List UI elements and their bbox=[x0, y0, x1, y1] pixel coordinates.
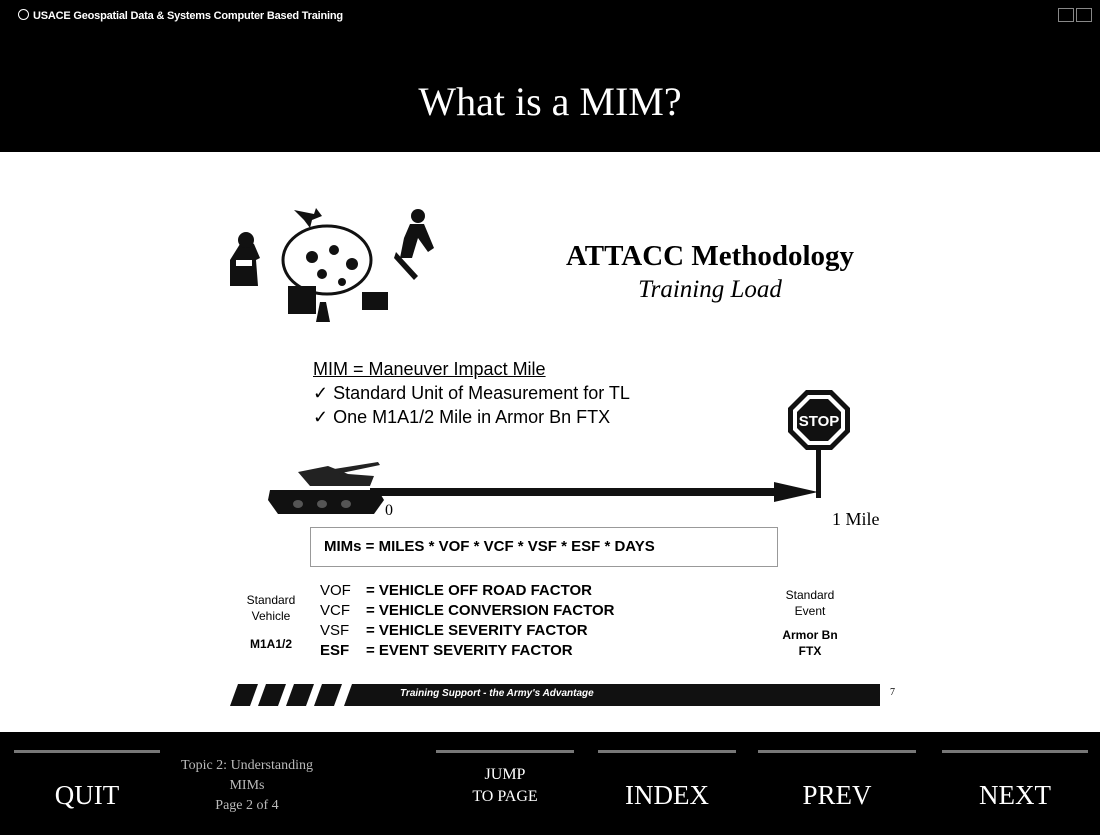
factor-row: VOF = VEHICLE OFF ROAD FACTOR bbox=[320, 581, 615, 601]
quit-button-label: QUIT bbox=[54, 780, 120, 810]
factor-abbr: VOF bbox=[320, 582, 351, 599]
standard-event-value: Armor Bn bbox=[782, 628, 838, 642]
mim-formula: MIMs = MILES * VOF * VCF * VSF * ESF * D… bbox=[310, 527, 778, 567]
standard-event-label: Event bbox=[794, 604, 826, 618]
index-button[interactable]: INDEX bbox=[592, 750, 742, 822]
slide-heading: ATTACC Methodology bbox=[565, 240, 855, 272]
factor-desc: = EVENT SEVERITY FACTOR bbox=[366, 642, 573, 659]
training-clipart-image bbox=[230, 208, 434, 322]
factor-list: VOF = VEHICLE OFF ROAD FACTOR VCF = VEHICL… bbox=[320, 581, 615, 661]
page-indicator: Page 2 of 4 bbox=[215, 798, 279, 813]
bullet-item: ✓ Standard Unit of Measurement for TL bbox=[313, 383, 630, 403]
standard-event-value: FTX bbox=[798, 644, 822, 658]
title-bar: USACE Geospatial Data & Systems Computer… bbox=[0, 0, 1100, 152]
window-controls bbox=[1058, 8, 1092, 22]
button-top-border bbox=[942, 750, 1088, 753]
topic-info: Topic 2: Understanding MIMs Page 2 of 4 bbox=[172, 756, 322, 816]
footer-slab bbox=[229, 684, 259, 706]
maximize-icon[interactable] bbox=[1076, 8, 1092, 22]
slide-number: 7 bbox=[890, 687, 895, 698]
standard-vehicle-label: Vehicle bbox=[251, 609, 291, 623]
jump-label-line: TO PAGE bbox=[472, 788, 538, 805]
factor-abbr: ESF bbox=[320, 642, 350, 659]
next-button[interactable]: NEXT bbox=[936, 750, 1094, 822]
factor-row: ESF = EVENT SEVERITY FACTOR bbox=[320, 641, 615, 661]
mim-definition: MIM = Maneuver Impact Mile bbox=[313, 359, 546, 379]
factor-row: VCF = VEHICLE CONVERSION FACTOR bbox=[320, 601, 615, 621]
button-top-border bbox=[436, 750, 574, 753]
index-button-label: INDEX bbox=[625, 780, 709, 810]
factor-abbr: VCF bbox=[320, 602, 350, 619]
slide-footer-text: Training Support - the Army's Advantage bbox=[400, 688, 594, 699]
jump-to-page-button[interactable]: JUMP TO PAGE bbox=[430, 750, 580, 822]
slide-subheading: Training Load bbox=[638, 276, 782, 303]
window-title-text: USACE Geospatial Data & Systems Computer… bbox=[33, 10, 343, 22]
quit-button[interactable]: QUIT bbox=[8, 750, 166, 822]
standard-event-label: Standard bbox=[785, 588, 835, 602]
bullet-item: ✓ One M1A1/2 Mile in Armor Bn FTX bbox=[313, 407, 611, 427]
topic-title: Topic 2: Understanding MIMs bbox=[181, 758, 313, 793]
factor-desc: = VEHICLE SEVERITY FACTOR bbox=[366, 622, 588, 639]
jump-button-label: JUMP TO PAGE bbox=[430, 764, 580, 808]
slide-content: ATTACC Methodology Training Load MIM = M… bbox=[0, 152, 1100, 732]
factor-desc: = VEHICLE OFF ROAD FACTOR bbox=[366, 582, 592, 599]
footer-slab bbox=[257, 684, 287, 706]
standard-vehicle-label: Standard bbox=[246, 593, 296, 607]
prev-button-label: PREV bbox=[802, 780, 872, 810]
mim-definition-block: MIM = Maneuver Impact Mile ✓ Standard Un… bbox=[313, 357, 630, 429]
footer-slab bbox=[313, 684, 343, 706]
factor-desc: = VEHICLE CONVERSION FACTOR bbox=[366, 602, 615, 619]
window-title: USACE Geospatial Data & Systems Computer… bbox=[18, 9, 343, 22]
standard-event: Standard Event Armor Bn FTX bbox=[760, 587, 860, 659]
scale-end-label: 1 Mile bbox=[832, 509, 880, 529]
prev-button[interactable]: PREV bbox=[752, 750, 922, 822]
button-top-border bbox=[14, 750, 160, 753]
button-top-border bbox=[758, 750, 916, 753]
standard-vehicle: Standard Vehicle M1A1/2 bbox=[230, 592, 312, 652]
app-icon bbox=[18, 9, 29, 20]
factor-row: VSF = VEHICLE SEVERITY FACTOR bbox=[320, 621, 615, 641]
standard-vehicle-value: M1A1/2 bbox=[249, 637, 293, 651]
page-title: What is a MIM? bbox=[418, 79, 682, 124]
footer-slab bbox=[285, 684, 315, 706]
button-top-border bbox=[598, 750, 736, 753]
distance-arrow bbox=[370, 482, 818, 502]
stop-sign-text: STOP bbox=[799, 413, 840, 430]
jump-label-line: JUMP bbox=[484, 766, 526, 783]
factor-abbr: VSF bbox=[320, 622, 350, 639]
minimize-icon[interactable] bbox=[1058, 8, 1074, 22]
scale-start-label: 0 bbox=[385, 502, 393, 519]
next-button-label: NEXT bbox=[979, 780, 1051, 810]
